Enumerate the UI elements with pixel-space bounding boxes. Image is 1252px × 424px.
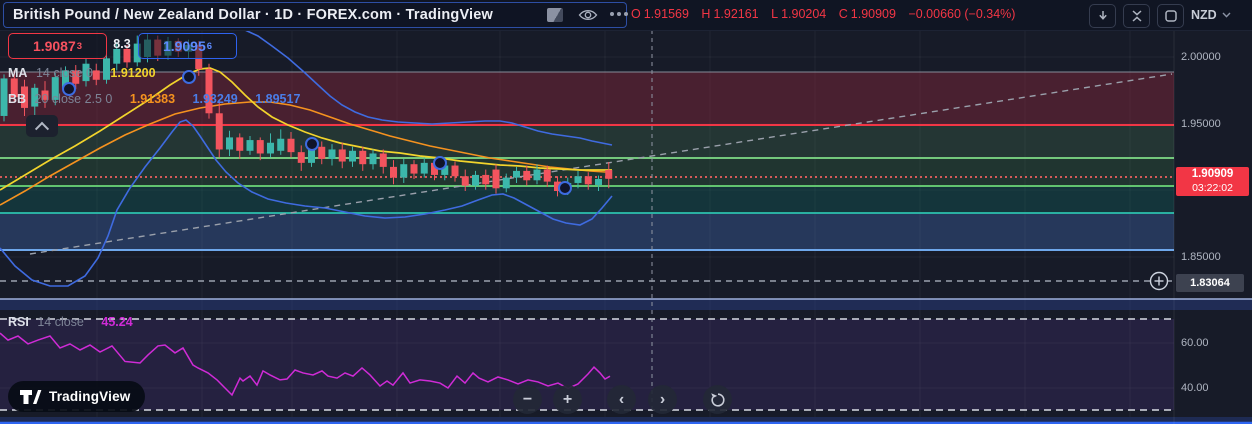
chevron-up-icon [34, 121, 50, 136]
bb-basis-value: 1.91383 [129, 92, 176, 106]
bar-countdown: 03:22:02 [1192, 182, 1233, 194]
symbol-title: British Pound / New Zealand Dollar · 1D … [13, 7, 494, 23]
rsi-params: 14 close [37, 315, 84, 329]
save-download-button[interactable] [1089, 4, 1116, 28]
high-label: H [701, 7, 711, 21]
change-value: −0.00660 (−0.34%) [908, 7, 1016, 21]
price-tick-1_95000: 1.95000 [1181, 118, 1221, 130]
zoom-out-button[interactable]: − [513, 385, 542, 414]
scroll-right-button[interactable]: › [648, 385, 677, 414]
tradingview-logo-icon [20, 389, 42, 404]
rsi-value: 45.24 [101, 315, 133, 329]
scroll-left-button[interactable]: ‹ [607, 385, 636, 414]
collapse-panes-button[interactable] [1123, 4, 1150, 28]
bid-price-fraction: 3 [76, 40, 83, 52]
legend-bb[interactable]: BB 20 close 2.5 0 1.91383 1.93249 1.8951… [8, 92, 300, 106]
reset-icon [710, 392, 725, 407]
fullscreen-button[interactable] [1157, 4, 1184, 28]
open-value: 1.91569 [643, 7, 689, 21]
bb-name: BB [8, 92, 27, 106]
ask-price: 1.9095 [162, 38, 206, 54]
spread-value: 8.3 [113, 37, 131, 51]
low-label: L [771, 7, 779, 21]
ohlc-readout: O 1.91569 H 1.92161 L 1.90204 C 1.90909 −0.0… [631, 7, 1018, 21]
low-value: 1.90204 [781, 7, 827, 21]
more-options-icon[interactable] [610, 12, 628, 16]
price-tick-2_00000: 2.00000 [1181, 51, 1221, 63]
tradingview-logo[interactable]: TradingView [8, 381, 146, 412]
last-price-value: 1.90909 [1191, 168, 1234, 180]
symbol-title-box[interactable]: British Pound / New Zealand Dollar · 1D … [3, 2, 628, 28]
open-label: O [631, 7, 641, 21]
ma-name: MA [8, 66, 28, 80]
collapse-legend-button[interactable] [26, 115, 58, 137]
rsi-tick-60: 60.00 [1181, 337, 1209, 349]
chevron-down-icon [1222, 12, 1231, 18]
ma-params: 14 close 0 [35, 66, 93, 80]
price-tick-1_85000: 1.85000 [1181, 251, 1221, 263]
top-toolbar: British Pound / New Zealand Dollar · 1D … [0, 0, 1252, 31]
ask-price-fraction: 6 [206, 40, 213, 52]
rsi-name: RSI [8, 315, 29, 329]
bid-price-button[interactable]: 1.9087 3 [8, 33, 107, 59]
ma-value: 1.91200 [110, 66, 156, 80]
window-buttons [1089, 4, 1184, 28]
high-value: 1.92161 [713, 7, 759, 21]
legend-rsi[interactable]: RSI 14 close 45.24 [8, 315, 133, 329]
close-label: C [838, 7, 848, 21]
symbol-thumbnail-icon[interactable] [547, 8, 563, 22]
zoom-in-button[interactable]: + [553, 385, 582, 414]
close-value: 1.90909 [850, 7, 896, 21]
ask-price-button[interactable]: 1.9095 6 [138, 33, 237, 59]
bid-price: 1.9087 [32, 38, 76, 54]
reset-view-button[interactable] [703, 385, 732, 414]
level-price-tag: 1.83064 [1176, 274, 1244, 292]
bb-lower-value: 1.89517 [255, 92, 301, 106]
legend-ma[interactable]: MA 14 close 0 1.91200 [8, 66, 156, 80]
quote-currency-label: NZD [1191, 8, 1217, 22]
last-price-tag: 1.90909 03:22:02 [1176, 167, 1249, 196]
bb-params: 20 close 2.5 0 [34, 92, 113, 106]
visibility-icon[interactable] [578, 8, 598, 27]
rsi-tick-40: 40.00 [1181, 382, 1209, 394]
tradingview-chart-window: British Pound / New Zealand Dollar · 1D … [0, 0, 1252, 424]
quote-currency-dropdown[interactable]: NZD [1191, 8, 1231, 22]
bb-upper-value: 1.93249 [192, 92, 238, 106]
tradingview-logo-text: TradingView [49, 389, 131, 404]
price-chart-canvas[interactable] [0, 0, 1252, 424]
